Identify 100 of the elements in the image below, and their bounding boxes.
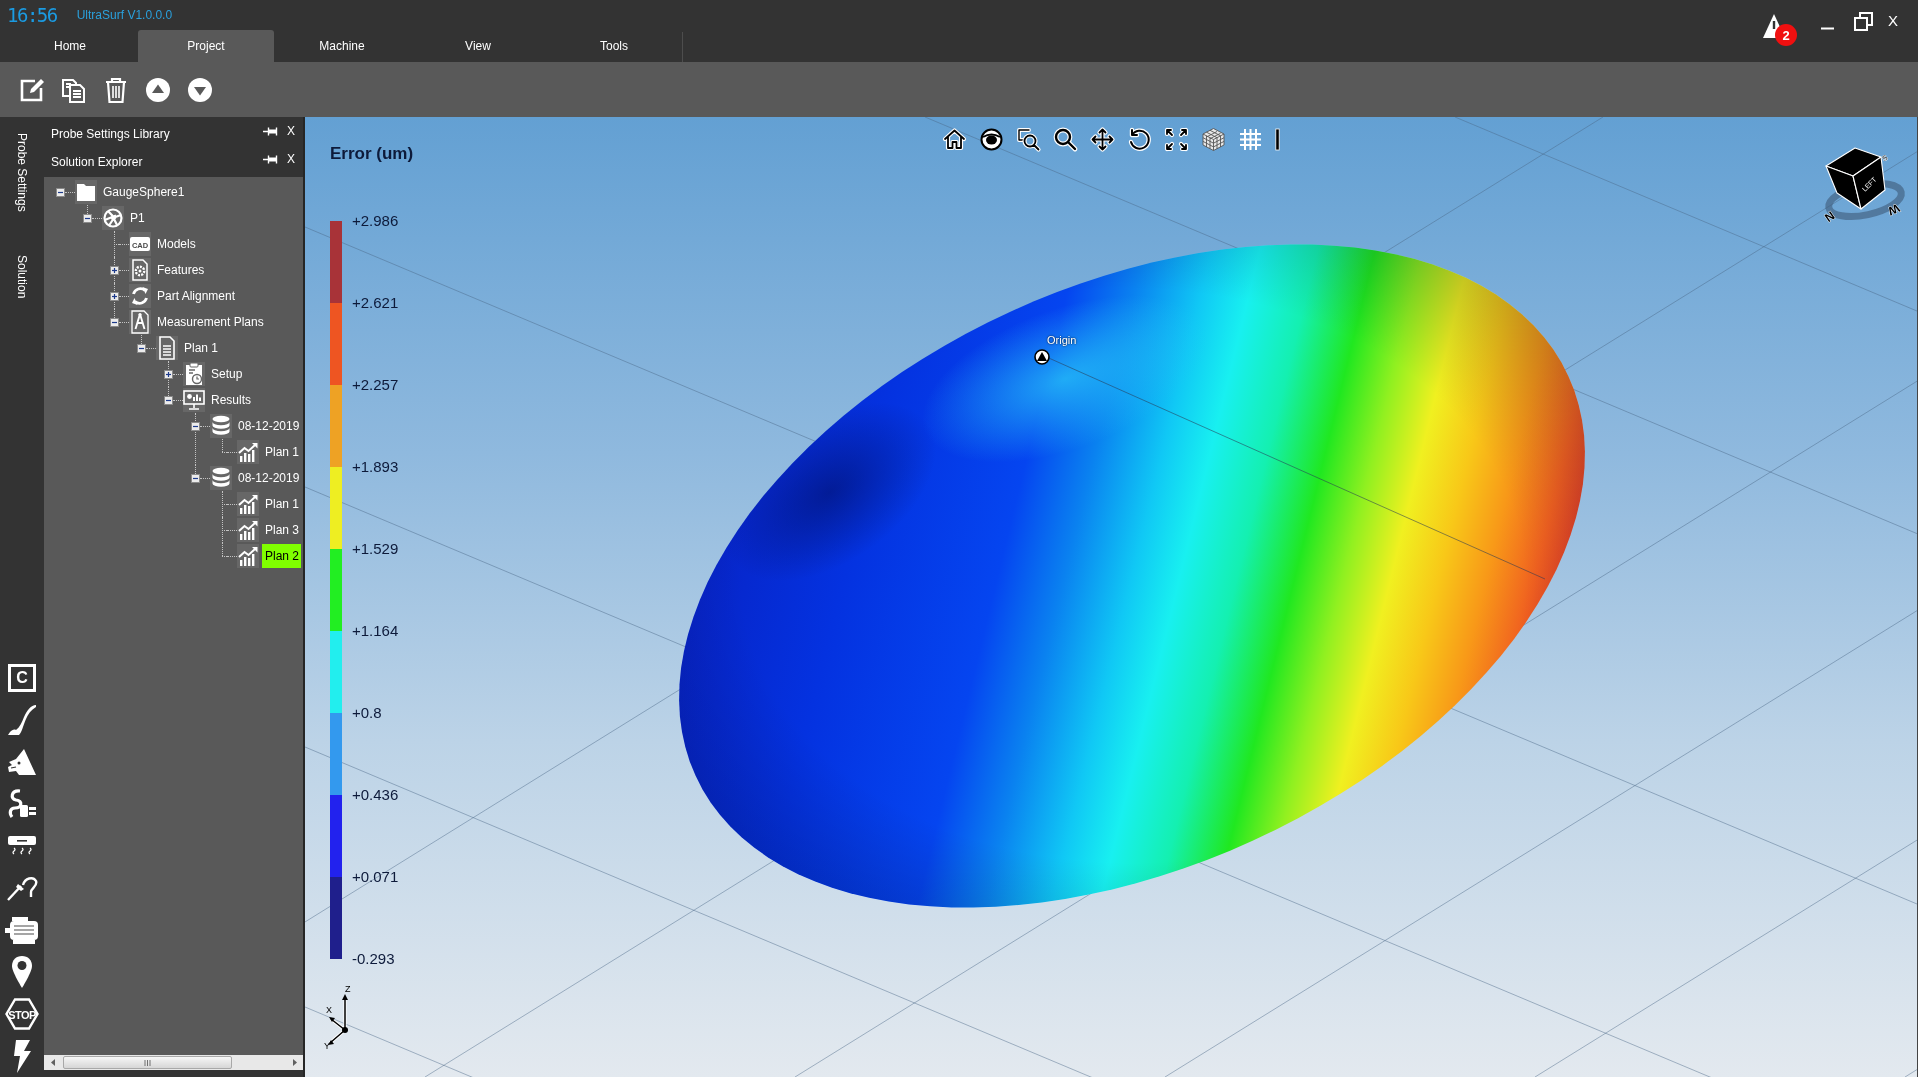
axis-triad: Z X Y [322, 983, 362, 1053]
restore-icon[interactable] [1854, 12, 1873, 31]
plug-icon[interactable] [6, 788, 38, 820]
document-icon [156, 336, 178, 360]
tree-item[interactable]: Models [154, 232, 198, 256]
legend-label: +1.164 [352, 621, 399, 641]
minimize-icon[interactable] [1821, 27, 1834, 30]
legend-label: +0.436 [352, 785, 399, 805]
chart-icon [237, 518, 259, 542]
motor-icon[interactable] [4, 915, 40, 945]
pin-icon[interactable] [263, 154, 278, 164]
panel-title[interactable]: Solution Explorer [51, 155, 263, 169]
collapse-icon[interactable] [191, 421, 200, 431]
scroll-left-icon[interactable] [51, 1059, 55, 1066]
tree-item[interactable]: Features [154, 258, 207, 282]
collapse-icon[interactable] [164, 395, 173, 405]
monitor-chart-icon [183, 388, 205, 412]
map-pin-icon[interactable] [11, 955, 33, 989]
tree-item[interactable]: 08-12-2019 [235, 466, 302, 490]
tree-item[interactable]: Plan 2 [262, 544, 302, 568]
legend-label: +2.986 [352, 211, 399, 231]
tree-item[interactable]: Results [208, 388, 253, 412]
panel-title[interactable]: Probe Settings Library [51, 127, 263, 141]
ribbon-tab[interactable]: Tools [546, 30, 682, 62]
zoom-window-icon[interactable] [1016, 127, 1041, 152]
clipboard-clock-icon [183, 362, 205, 386]
lightning-icon[interactable] [11, 1038, 33, 1074]
stop-sign-button[interactable]: STOP [5, 998, 39, 1030]
legend-label: -0.293 [352, 949, 395, 969]
expand-arrows-icon[interactable] [1164, 127, 1189, 152]
vertical-bar-icon[interactable] [1275, 127, 1280, 152]
legend-label: +1.893 [352, 457, 399, 477]
origin-label: Origin [1047, 334, 1077, 347]
wireframe-cube-icon[interactable] [1201, 127, 1226, 152]
ribbon-tab[interactable]: View [410, 30, 546, 62]
air-conditioner-icon[interactable] [7, 835, 37, 857]
origin-marker-icon[interactable] [1034, 349, 1050, 365]
legend-label: +1.529 [352, 539, 399, 559]
move-icon[interactable] [1090, 127, 1115, 152]
chart-icon [237, 544, 259, 568]
tree-item[interactable]: Part Alignment [154, 284, 238, 308]
tree-item[interactable]: 08-12-2019 [235, 414, 302, 438]
ribbon-tab[interactable]: Machine [274, 30, 410, 62]
grid-icon[interactable] [1238, 127, 1263, 152]
probe-icon[interactable] [6, 875, 38, 901]
home-icon[interactable] [942, 127, 967, 152]
tree-item[interactable]: GaugeSphere1 [100, 180, 187, 204]
close-button[interactable]: X [1888, 13, 1898, 28]
tree-item[interactable]: Plan 1 [181, 336, 221, 360]
circular-arrows-icon [129, 284, 151, 308]
magnifier-icon[interactable] [1053, 127, 1078, 152]
scrollbar-thumb[interactable] [63, 1056, 232, 1069]
chart-icon [237, 492, 259, 516]
expand-icon[interactable] [110, 265, 119, 275]
arrow-up-circle-icon[interactable] [145, 76, 171, 103]
collapse-icon[interactable] [56, 187, 65, 197]
legend-label: +2.257 [352, 375, 399, 395]
legend-title: Error (um) [330, 144, 414, 164]
side-tab[interactable]: Probe Settings [15, 133, 29, 212]
side-tab[interactable]: Solution [15, 254, 29, 299]
collapse-icon[interactable] [83, 213, 92, 223]
ribbon-tab[interactable]: Home [2, 30, 138, 62]
trash-icon[interactable] [103, 76, 129, 103]
aperture-icon [102, 206, 124, 230]
gear-document-icon [129, 258, 151, 282]
expand-icon[interactable] [110, 291, 119, 301]
tree-item[interactable]: P1 [127, 206, 147, 230]
expand-icon[interactable] [164, 369, 173, 379]
copy-icon[interactable] [61, 76, 87, 103]
chart-icon [237, 440, 259, 464]
database-icon [210, 414, 232, 438]
eye-icon[interactable] [979, 127, 1004, 152]
close-button[interactable]: X [287, 153, 295, 165]
collapse-icon[interactable] [137, 343, 146, 353]
brush-icon[interactable] [7, 704, 37, 736]
rotate-icon[interactable] [1127, 127, 1152, 152]
legend-label: +0.8 [352, 703, 382, 723]
boxed-letter-button[interactable]: C [8, 664, 36, 692]
app-title: UltraSurf V1.0.0.0 [76, 8, 173, 22]
scroll-right-icon[interactable] [293, 1059, 297, 1066]
animal-head-icon[interactable] [7, 748, 37, 776]
alerts-button[interactable]: 2 [1762, 13, 1798, 47]
tree-item[interactable]: Plan 3 [262, 518, 302, 542]
tree-item[interactable]: Plan 1 [262, 440, 302, 464]
tree-item[interactable]: Plan 1 [262, 492, 302, 516]
legend-label: +2.621 [352, 293, 399, 313]
edit-icon[interactable] [19, 76, 45, 103]
arrow-down-circle-icon[interactable] [187, 76, 213, 103]
clock: 16:56 [7, 5, 57, 25]
collapse-icon[interactable] [191, 473, 200, 483]
collapse-icon[interactable] [110, 317, 119, 327]
pin-icon[interactable] [263, 126, 278, 136]
ribbon-tab[interactable]: Project [138, 30, 274, 62]
drafting-compass-icon [129, 310, 151, 334]
tree-item[interactable]: Measurement Plans [154, 310, 266, 334]
legend-label: +0.071 [352, 867, 399, 887]
database-icon [210, 466, 232, 490]
folder-icon [75, 180, 97, 204]
tree-item[interactable]: Setup [208, 362, 245, 386]
close-button[interactable]: X [287, 125, 295, 137]
